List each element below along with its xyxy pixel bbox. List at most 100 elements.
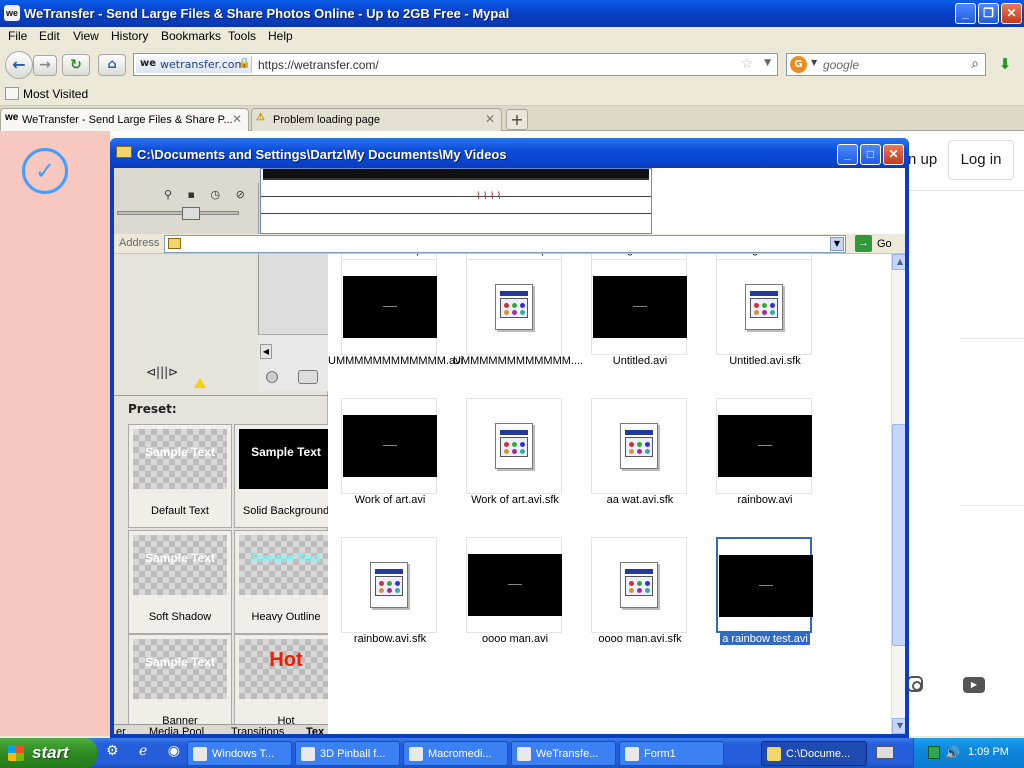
keyboard-icon[interactable] [876,746,894,759]
tab-problem-loading[interactable]: ⚠ Problem loading page ✕ [251,108,502,131]
window-icon [193,747,207,761]
url-history-dropdown-icon[interactable]: ▼ [764,58,771,68]
file-name[interactable]: Work of art.avi [328,493,452,507]
url-text[interactable]: https://wetransfer.com/ [258,58,379,72]
file-thumbnail[interactable] [716,537,813,633]
scrollbar-thumb[interactable] [892,424,905,646]
scroll-up-icon[interactable]: ▲ [892,254,905,270]
new-tab-button[interactable]: + [506,109,528,130]
zoom-slider[interactable] [117,211,239,215]
url-bar[interactable]: we wetransfer.com 🔒 https://wetransfer.c… [133,53,778,76]
address-dropdown-icon[interactable]: ▼ [830,237,844,251]
close-button[interactable]: ✕ [1001,3,1022,24]
file-name[interactable]: aa wat.avi.sfk [578,493,702,507]
bookmark-folder-icon [5,87,19,100]
file-thumbnail[interactable] [716,398,812,494]
youtube-icon[interactable]: ▶ [963,677,985,693]
tray-app-icon[interactable] [928,746,940,759]
file-thumbnail[interactable] [591,537,687,633]
close-tab-icon[interactable]: ✕ [485,112,495,126]
tab-text-partial[interactable]: Tex [306,726,324,734]
reload-button[interactable]: ↻ [62,54,90,76]
scroll-left-icon[interactable]: ◀ [260,344,272,359]
log-in-button[interactable]: Log in [948,140,1014,180]
home-button[interactable]: ⌂ [98,54,126,76]
task-label: WeTransfe... [536,748,599,760]
task-explorer[interactable]: C:\Docume... [761,741,867,766]
search-bar[interactable]: G ▼ google ⌕ [786,53,986,76]
file-name[interactable]: Untitled.avi [578,354,702,368]
file-thumbnail[interactable] [591,398,687,494]
site-identity[interactable]: we wetransfer.com 🔒 [136,56,252,73]
explorer-minimize-button[interactable]: _ [837,144,858,165]
file-thumbnail[interactable] [466,259,562,355]
file-name[interactable]: oooo man.avi [453,632,577,646]
close-tab-icon[interactable]: ✕ [232,112,242,126]
menu-tools[interactable]: Tools [228,29,256,43]
file-thumbnail[interactable] [341,259,437,355]
file-name[interactable]: Work of art.avi.sfk [453,493,577,507]
menu-history[interactable]: History [111,29,148,43]
zoom-slider-thumb[interactable] [182,207,200,220]
quick-launch-icons[interactable]: ⚙ ℯ ◉ [106,743,188,759]
file-thumbnail[interactable] [466,398,562,494]
back-button[interactable]: ← [5,51,33,79]
file-name[interactable]: oooo man.avi.sfk [578,632,702,646]
tab-editor-partial[interactable]: er [116,726,126,734]
address-input[interactable]: ▼ [164,235,846,253]
menu-file[interactable]: File [8,29,27,43]
task-macromedia[interactable]: Macromedi... [403,741,508,766]
search-engine-dropdown-icon[interactable]: ▼ [811,58,817,67]
file-document-icon [495,284,533,330]
loop-toggle-icon[interactable] [298,370,318,384]
record-icon[interactable] [266,371,278,383]
instagram-icon[interactable] [907,676,923,692]
preset-banner[interactable]: Sample Text Banner [128,634,232,734]
bookmark-star-icon[interactable]: ☆ [740,56,753,72]
explorer-close-button[interactable]: ✕ [883,144,904,165]
file-thumbnail[interactable] [341,398,437,494]
minimize-button[interactable]: _ [955,3,976,24]
search-icon[interactable]: ⌕ [971,56,979,72]
forward-button[interactable]: → [33,55,57,76]
file-thumbnail[interactable] [591,259,687,355]
tab-transitions[interactable]: Transitions [231,726,284,734]
file-name[interactable]: a rainbow test.avi [703,632,827,646]
menu-bookmarks[interactable]: Bookmarks [161,29,221,43]
tab-wetransfer[interactable]: we WeTransfer - Send Large Files & Share… [0,108,249,131]
menu-help[interactable]: Help [268,29,293,43]
task-wetransfer[interactable]: WeTransfe... [511,741,616,766]
volume-icon[interactable]: 🔊 [945,746,960,760]
tab-media-pool[interactable]: Media Pool [149,726,204,734]
vertical-scrollbar[interactable]: ▲ ▼ [891,254,905,734]
preset-heavy-outline[interactable]: Sample Text Heavy Outline [234,530,338,634]
bookmark-most-visited[interactable]: Most Visited [5,87,88,101]
scroll-down-icon[interactable]: ▼ [892,718,905,734]
search-engine-icon[interactable]: G [790,56,807,73]
start-button[interactable]: start [0,738,97,768]
file-name[interactable]: Untitled.avi.sfk [703,354,827,368]
file-name[interactable]: UMMMMMMMMMMMM.... [453,354,583,368]
restore-button[interactable]: ❐ [978,3,999,24]
editor-tool-icons[interactable]: ⚲ ▪ ◷ ⊘ [164,188,251,201]
preset-solid-background[interactable]: Sample Text Solid Background [234,424,338,528]
menu-view[interactable]: View [73,29,99,43]
file-name[interactable]: rainbow.avi.sfk [328,632,452,646]
go-button[interactable]: → Go [853,235,903,253]
file-name[interactable]: rainbow.avi [703,493,827,507]
preset-default-text[interactable]: Sample Text Default Text [128,424,232,528]
explorer-maximize-button[interactable]: □ [860,144,881,165]
task-form1[interactable]: Form1 [619,741,724,766]
file-thumbnail[interactable] [466,537,562,633]
transport-icon[interactable]: ⊲|||⊳ [146,365,178,379]
task-pinball[interactable]: 3D Pinball f... [295,741,400,766]
menu-edit[interactable]: Edit [39,29,60,43]
file-name[interactable]: UMMMMMMMMMMMM.avi [328,354,463,368]
preset-hot[interactable]: Hot Hot [234,634,338,734]
sign-up-link[interactable]: n up [908,140,948,180]
file-thumbnail[interactable] [716,259,812,355]
task-windows[interactable]: Windows T... [187,741,292,766]
file-thumbnail[interactable] [341,537,437,633]
download-arrow-icon[interactable]: ⬇ [992,54,1018,76]
preset-soft-shadow[interactable]: Sample Text Soft Shadow [128,530,232,634]
